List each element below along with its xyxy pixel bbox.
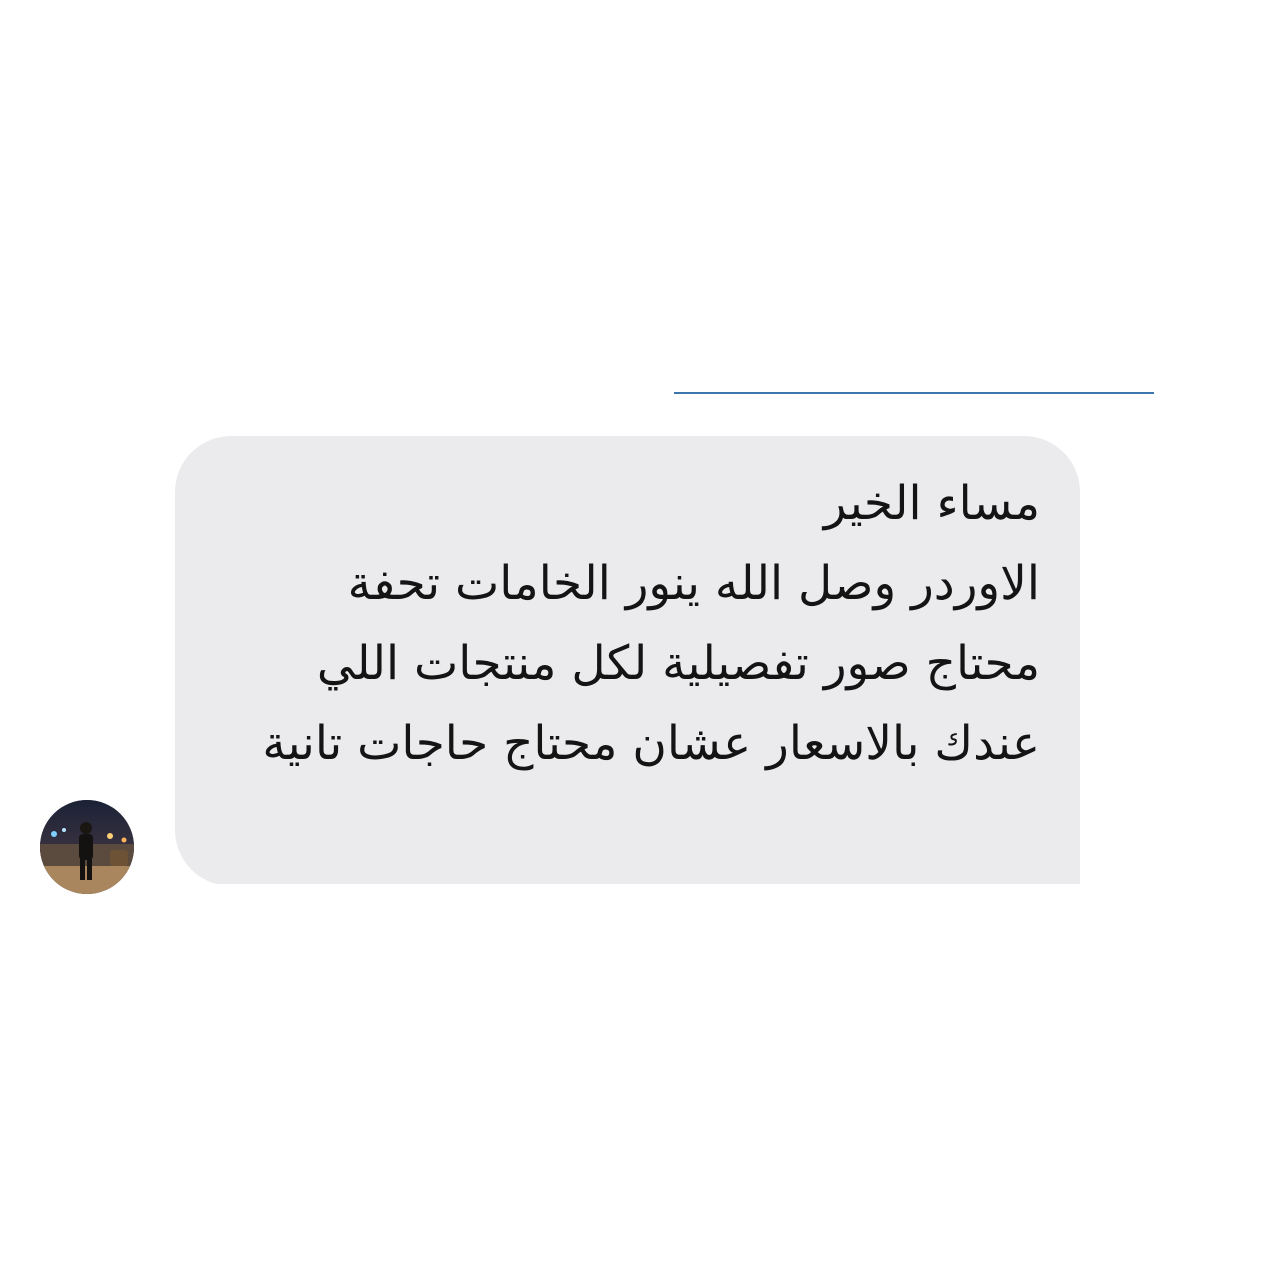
sender-avatar[interactable] xyxy=(40,800,134,894)
user-photo-avatar-icon xyxy=(40,800,134,894)
bubble-bottom-edge xyxy=(175,884,1080,894)
chat-screen: مساء الخير الاوردر وصل الله ينور الخامات… xyxy=(0,0,1280,1280)
message-text: مساء الخير الاوردر وصل الله ينور الخامات… xyxy=(262,476,1040,771)
incoming-message-row: مساء الخير الاوردر وصل الله ينور الخامات… xyxy=(0,0,1280,1280)
message-bubble[interactable]: مساء الخير الاوردر وصل الله ينور الخامات… xyxy=(175,436,1080,886)
